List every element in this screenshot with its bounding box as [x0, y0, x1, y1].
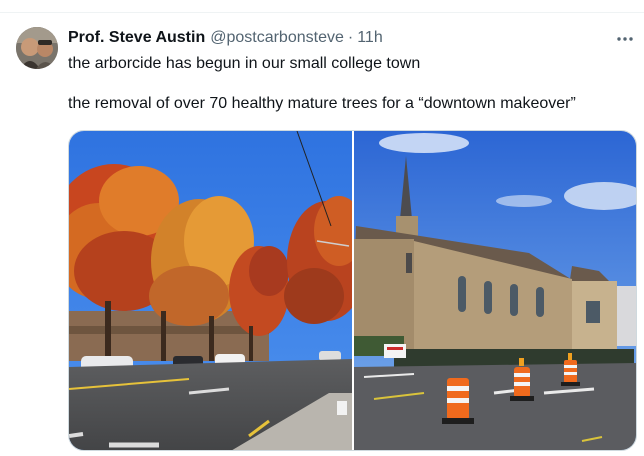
author-handle[interactable]: @postcarbonsteve [210, 29, 344, 47]
more-options-button[interactable] [612, 28, 638, 50]
media-grid [68, 130, 637, 451]
avatar[interactable] [16, 27, 58, 69]
photo-autumn-trees-street[interactable] [69, 131, 352, 450]
tweet-text-line-1: the arborcide has begun in our small col… [68, 55, 421, 72]
tweet-text-line-2: the removal of over 70 healthy mature tr… [68, 95, 576, 112]
tweet-header: Prof. Steve Austin @postcarbonsteve · 11… [68, 29, 383, 49]
separator-dot: · [347, 29, 354, 46]
author-name[interactable]: Prof. Steve Austin [68, 29, 205, 47]
top-divider [0, 12, 644, 13]
tweet-text: the arborcide has begun in our small col… [68, 54, 628, 114]
more-horizontal-icon [617, 37, 633, 41]
tweet-timestamp[interactable]: 11h [357, 29, 383, 47]
photo-church-traffic-barrels[interactable] [353, 131, 636, 450]
